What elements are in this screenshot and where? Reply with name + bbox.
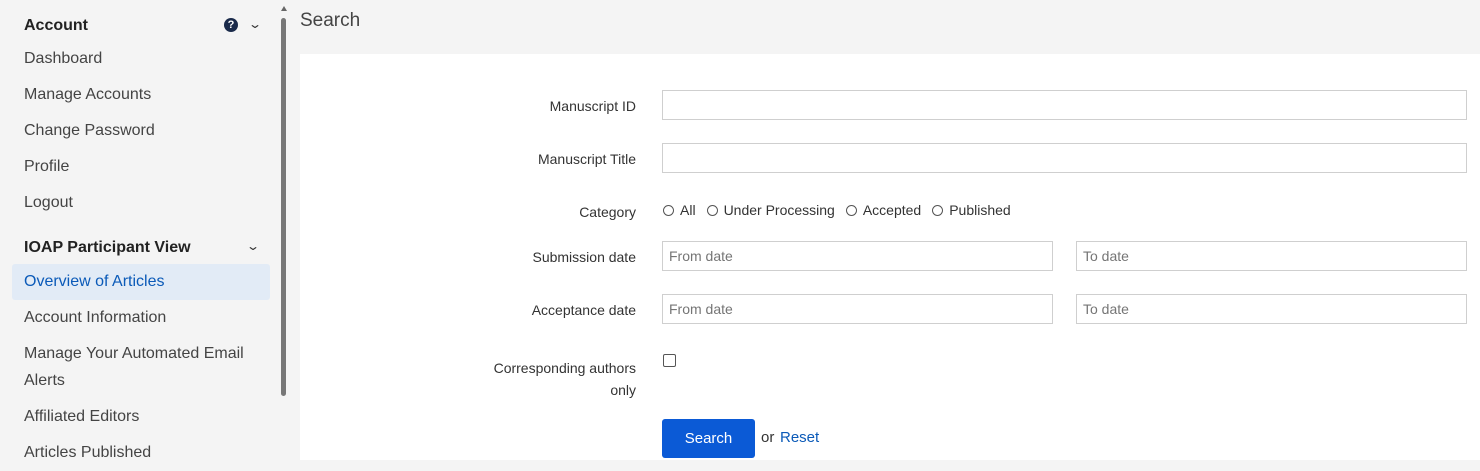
label-line: only bbox=[610, 382, 636, 398]
sidebar-scrollbar-thumb[interactable] bbox=[281, 18, 286, 396]
sidebar-item-profile[interactable]: Profile bbox=[12, 154, 270, 180]
radio-label: Under Processing bbox=[723, 202, 835, 218]
corresponding-authors-checkbox[interactable] bbox=[663, 354, 676, 367]
category-radio-group: All Under Processing Accepted Published bbox=[663, 202, 1022, 218]
acceptance-to-date-input[interactable] bbox=[1076, 294, 1467, 324]
sidebar-item-change-password[interactable]: Change Password bbox=[12, 118, 270, 144]
sidebar-item-articles-published[interactable]: Articles Published bbox=[12, 440, 270, 466]
sidebar-item-label: Manage Your Automated Email bbox=[24, 345, 244, 362]
submission-to-date-input[interactable] bbox=[1076, 241, 1467, 271]
label-line: Corresponding authors bbox=[493, 360, 636, 376]
sidebar-section-ioap-header[interactable]: IOAP Participant View ⌄ bbox=[24, 237, 264, 259]
radio-label: All bbox=[680, 202, 696, 218]
help-icon[interactable]: ? bbox=[224, 18, 238, 32]
search-button[interactable]: Search bbox=[662, 419, 755, 458]
category-option-published[interactable]: Published bbox=[932, 202, 1011, 218]
submission-date-label: Submission date bbox=[532, 249, 636, 265]
sidebar-item-label: Alerts bbox=[24, 372, 65, 389]
category-option-accepted[interactable]: Accepted bbox=[845, 202, 922, 218]
category-label: Category bbox=[579, 204, 636, 220]
sidebar-item-logout[interactable]: Logout bbox=[12, 190, 270, 216]
sidebar-section-account-header[interactable]: Account ? ⌄ bbox=[24, 15, 264, 37]
acceptance-date-label: Acceptance date bbox=[531, 302, 636, 318]
manuscript-title-input[interactable] bbox=[662, 143, 1467, 173]
sidebar-item-manage-accounts[interactable]: Manage Accounts bbox=[12, 82, 270, 108]
manuscript-title-label: Manuscript Title bbox=[537, 151, 636, 167]
category-option-all[interactable]: All bbox=[663, 202, 696, 218]
sidebar-item-manage-email-alerts[interactable]: Manage Your Automated Email Alerts bbox=[12, 341, 270, 394]
chevron-down-icon[interactable]: ⌄ bbox=[246, 239, 260, 253]
or-text: or bbox=[761, 429, 775, 446]
manuscript-id-label: Manuscript ID bbox=[549, 98, 636, 114]
radio-label: Accepted bbox=[862, 202, 922, 218]
radio-label: Published bbox=[949, 202, 1011, 218]
sidebar-item-account-information[interactable]: Account Information bbox=[12, 305, 270, 331]
sidebar-section-title: Account bbox=[24, 17, 88, 34]
sidebar-section-title: IOAP Participant View bbox=[24, 239, 191, 256]
sidebar: Account ? ⌄ Dashboard Manage Accounts Ch… bbox=[0, 0, 280, 471]
corresponding-authors-label: Corresponding authors only bbox=[494, 357, 636, 401]
acceptance-from-date-input[interactable] bbox=[662, 294, 1053, 324]
manuscript-id-input[interactable] bbox=[662, 90, 1467, 120]
page-title: Search bbox=[300, 10, 361, 31]
search-form-panel: Manuscript ID Manuscript Title Category … bbox=[300, 54, 1480, 460]
sidebar-item-affiliated-editors[interactable]: Affiliated Editors bbox=[12, 404, 270, 430]
chevron-down-icon[interactable]: ⌄ bbox=[248, 17, 262, 31]
radio-button[interactable] bbox=[706, 204, 718, 216]
sidebar-item-dashboard[interactable]: Dashboard bbox=[12, 46, 270, 72]
reset-link[interactable]: Reset bbox=[780, 429, 819, 446]
category-option-under-processing[interactable]: Under Processing bbox=[706, 202, 835, 218]
sidebar-item-overview-of-articles[interactable]: Overview of Articles bbox=[12, 264, 270, 300]
submission-from-date-input[interactable] bbox=[662, 241, 1053, 271]
scroll-up-arrow-icon[interactable] bbox=[281, 6, 287, 11]
radio-button[interactable] bbox=[845, 204, 857, 216]
radio-button[interactable] bbox=[932, 204, 944, 216]
radio-button[interactable] bbox=[663, 204, 674, 216]
